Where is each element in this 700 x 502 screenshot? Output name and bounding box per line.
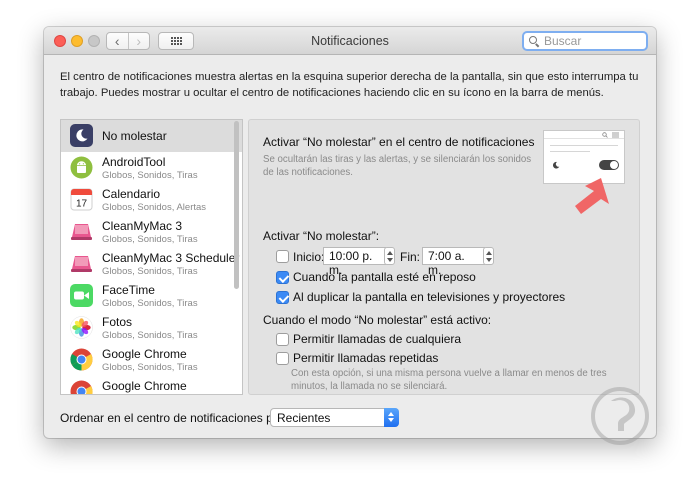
calls-anyone-label: Permitir llamadas de cualquiera — [293, 332, 462, 346]
repeat-calls-note: Con esta opción, si una misma persona vu… — [291, 368, 607, 392]
cleanmymac-icon — [71, 224, 92, 240]
sidebar-item-fotos[interactable]: Fotos Globos, Sonidos, Tiras — [61, 312, 242, 344]
sidebar-item-subtitle: Globos, Sonidos, Tiras — [102, 298, 198, 309]
description-text: El centro de notificaciones muestra aler… — [60, 71, 639, 99]
sidebar-item-calendario[interactable]: 17 Calendario Globos, Sonidos, Alertas — [61, 184, 242, 216]
start-label: Inicio: — [293, 250, 325, 264]
app-list[interactable]: No molestar AndroidTool Globos, Sonidos,… — [60, 119, 243, 395]
sleep-option-label: Cuando la pantalla esté en reposo — [293, 270, 476, 284]
chrome-icon — [70, 348, 93, 371]
calls-repeat-label: Permitir llamadas repetidas — [293, 351, 439, 365]
chevron-up-down-icon — [384, 408, 399, 427]
facetime-icon — [70, 284, 93, 307]
android-icon — [70, 156, 93, 179]
sidebar-item-facetime[interactable]: FaceTime Globos, Sonidos, Tiras — [61, 280, 242, 312]
end-time-stepper[interactable] — [483, 247, 494, 265]
sidebar-item-label: Fotos — [102, 315, 133, 329]
sidebar-item-subtitle: Globos, Sonidos, Alertas — [102, 202, 207, 213]
preferences-window: ‹ › Notificaciones El centro de notifica… — [44, 27, 656, 438]
sidebar-item-label: Calendario — [102, 187, 161, 201]
search-input[interactable] — [544, 34, 640, 48]
search-icon — [528, 35, 541, 48]
sidebar-item-label: Google Chrome — [102, 379, 187, 393]
list-icon — [612, 132, 619, 138]
do-not-disturb-panel: Activar “No molestar” en el centro de no… — [248, 119, 640, 395]
chrome-icon — [70, 380, 93, 394]
calendar-icon: 17 — [70, 188, 93, 211]
sort-label: Ordenar en el centro de notificaciones p… — [60, 411, 287, 425]
sidebar-item-label: FaceTime — [102, 283, 155, 297]
sidebar-item-no-molestar[interactable]: No molestar — [61, 120, 242, 152]
sidebar-item-cleanmymac-3[interactable]: CleanMyMac 3 Globos, Sonidos, Tiras — [61, 216, 242, 248]
photos-icon — [70, 316, 93, 339]
start-time-stepper[interactable] — [384, 247, 395, 265]
sidebar-item-subtitle: Globos, Sonidos, Tiras — [102, 362, 198, 373]
sidebar-item-label: Google Chrome — [102, 347, 187, 361]
arrow-icon — [575, 178, 609, 214]
calendar-day: 17 — [76, 199, 88, 210]
sidebar-item-subtitle: Globos, Sonidos, Tiras — [102, 170, 198, 181]
sleep-checkbox[interactable] — [276, 271, 289, 284]
panel-subtitle: Se ocultarán las tiras y las alertas, y … — [263, 154, 532, 178]
moon-icon — [553, 161, 560, 169]
sidebar-item-label: No molestar — [102, 129, 167, 143]
sidebar-item-subtitle: Globos, Sonidos, Tiras — [102, 330, 198, 341]
sidebar-item-label: AndroidTool — [102, 155, 166, 169]
end-time-field[interactable]: 7:00 a. m. — [422, 247, 485, 277]
calls-anyone-checkbox[interactable] — [276, 333, 289, 346]
active-heading: Cuando el modo “No molestar” está activo… — [263, 313, 492, 327]
sidebar-scrollbar[interactable] — [233, 121, 240, 393]
mirror-checkbox[interactable] — [276, 291, 289, 304]
sidebar-item-label: CleanMyMac 3 Scheduler — [102, 251, 240, 265]
schedule-checkbox[interactable] — [276, 250, 289, 263]
sidebar-item-subtitle: Globos, Sonidos, Tiras — [102, 266, 198, 277]
watermark-logo — [591, 387, 649, 445]
sidebar-item-subtitle: Globos, Sonidos, Tiras — [102, 234, 198, 245]
activate-heading: Activar “No molestar”: — [263, 229, 380, 243]
mirror-option-label: Al duplicar la pantalla en televisiones … — [293, 290, 566, 304]
moon-icon — [70, 124, 93, 147]
sidebar-item-androidtool[interactable]: AndroidTool Globos, Sonidos, Tiras — [61, 152, 242, 184]
title-bar: ‹ › Notificaciones — [44, 27, 656, 55]
cleanmymac-icon — [71, 256, 92, 272]
sort-select[interactable]: Recientes — [270, 408, 399, 427]
calls-repeat-checkbox[interactable] — [276, 352, 289, 365]
start-time-field[interactable]: 10:00 p. m. — [323, 247, 386, 277]
sidebar-item-google-chrome-2[interactable]: Google Chrome — [61, 376, 242, 394]
sidebar-item-google-chrome[interactable]: Google Chrome Globos, Sonidos, Tiras — [61, 344, 242, 376]
search-field[interactable] — [522, 31, 648, 51]
end-label: Fin: — [400, 250, 421, 264]
panel-title: Activar “No molestar” en el centro de no… — [263, 135, 535, 149]
sidebar-item-label: CleanMyMac 3 — [102, 219, 183, 233]
sidebar-item-cleanmymac-3-scheduler[interactable]: CleanMyMac 3 Scheduler Globos, Sonidos, … — [61, 248, 242, 280]
search-icon — [602, 132, 608, 138]
sort-select-value: Recientes — [277, 411, 331, 425]
toggle-icon — [599, 160, 619, 170]
